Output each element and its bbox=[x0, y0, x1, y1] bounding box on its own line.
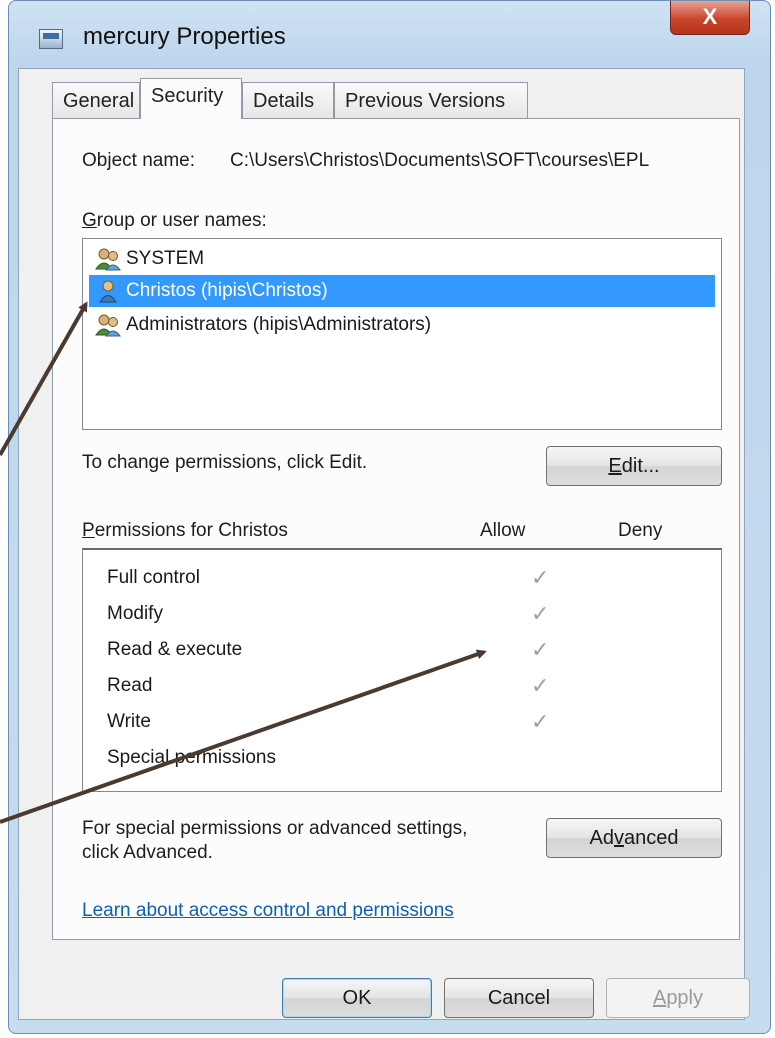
edit-button-label-rest: dit... bbox=[621, 455, 660, 477]
list-item[interactable]: Administrators (hipis\Administrators) bbox=[89, 309, 715, 341]
allow-check-icon: ✓ bbox=[531, 673, 550, 698]
object-name-value: C:\Users\Christos\Documents\SOFT\courses… bbox=[230, 150, 650, 171]
list-item-label: Administrators (hipis\Administrators) bbox=[126, 314, 432, 335]
users-group-icon bbox=[95, 314, 121, 337]
object-name-label: Object name: bbox=[82, 150, 195, 171]
permission-row: Modify ✓ bbox=[107, 596, 707, 632]
permissions-title-rest: ermissions for Christos bbox=[94, 520, 288, 541]
permission-label: Full control bbox=[107, 567, 200, 588]
window-title: mercury Properties bbox=[83, 23, 286, 50]
permission-label: Modify bbox=[107, 603, 163, 624]
advanced-text-line1: For special permissions or advanced sett… bbox=[82, 818, 468, 839]
list-item-label: Christos (hipis\Christos) bbox=[123, 275, 331, 307]
apply-button-label-rest: pply bbox=[666, 987, 704, 1009]
cancel-button[interactable]: Cancel bbox=[444, 978, 594, 1018]
advanced-button-label-a: Ad bbox=[589, 827, 614, 849]
folder-properties-icon bbox=[39, 29, 63, 49]
list-item-label: SYSTEM bbox=[126, 248, 205, 269]
change-permissions-text: To change permissions, click Edit. bbox=[82, 452, 368, 473]
edit-button[interactable]: Edit... bbox=[546, 446, 722, 486]
ok-button[interactable]: OK bbox=[282, 978, 432, 1018]
user-icon bbox=[99, 280, 117, 303]
permission-row: Write ✓ bbox=[107, 704, 707, 740]
permissions-title: Permissions for Christos bbox=[82, 520, 288, 541]
allow-check-icon: ✓ bbox=[531, 565, 550, 590]
advanced-button-label-rest: anced bbox=[623, 827, 679, 849]
advanced-text-line2: click Advanced. bbox=[82, 842, 213, 863]
list-item[interactable]: SYSTEM bbox=[89, 243, 715, 275]
learn-more-link[interactable]: Learn about access control and permissio… bbox=[82, 900, 454, 922]
permission-row: Full control ✓ bbox=[107, 560, 707, 596]
users-group-icon bbox=[95, 248, 121, 271]
permission-label: Read bbox=[107, 675, 153, 696]
permission-row: Special permissions bbox=[107, 740, 707, 776]
list-item-selected[interactable]: Christos (hipis\Christos) bbox=[89, 275, 715, 307]
tab-general[interactable]: General bbox=[52, 82, 140, 118]
allow-check-icon: ✓ bbox=[531, 709, 550, 734]
allow-check-icon: ✓ bbox=[531, 637, 550, 662]
tab-details[interactable]: Details bbox=[242, 82, 334, 118]
permission-label: Special permissions bbox=[107, 747, 276, 768]
allow-column-header: Allow bbox=[480, 520, 526, 541]
group-user-names-label-rest: roup or user names: bbox=[96, 210, 267, 231]
permissions-list[interactable]: Full control ✓ Modify ✓ Read & execute ✓… bbox=[82, 548, 722, 792]
allow-check-icon: ✓ bbox=[531, 601, 550, 626]
group-user-names-label: Group or user names: bbox=[82, 210, 267, 231]
permission-label: Write bbox=[107, 711, 151, 732]
deny-column-header: Deny bbox=[618, 520, 663, 541]
advanced-button[interactable]: Advanced bbox=[546, 818, 722, 858]
permission-row: Read & execute ✓ bbox=[107, 632, 707, 668]
close-button[interactable]: X bbox=[670, 1, 750, 35]
permissions-header: Permissions for Christos Allow Deny bbox=[82, 516, 722, 548]
tab-security[interactable]: Security bbox=[140, 78, 242, 119]
group-user-listbox[interactable]: SYSTEM Christos (hipis\Christos) Adminis… bbox=[82, 238, 722, 430]
permission-label: Read & execute bbox=[107, 639, 243, 660]
title-bar[interactable]: mercury Properties X bbox=[9, 1, 770, 73]
apply-button[interactable]: Apply bbox=[606, 978, 750, 1018]
permission-row: Read ✓ bbox=[107, 668, 707, 704]
tab-previous-versions[interactable]: Previous Versions bbox=[334, 82, 528, 118]
